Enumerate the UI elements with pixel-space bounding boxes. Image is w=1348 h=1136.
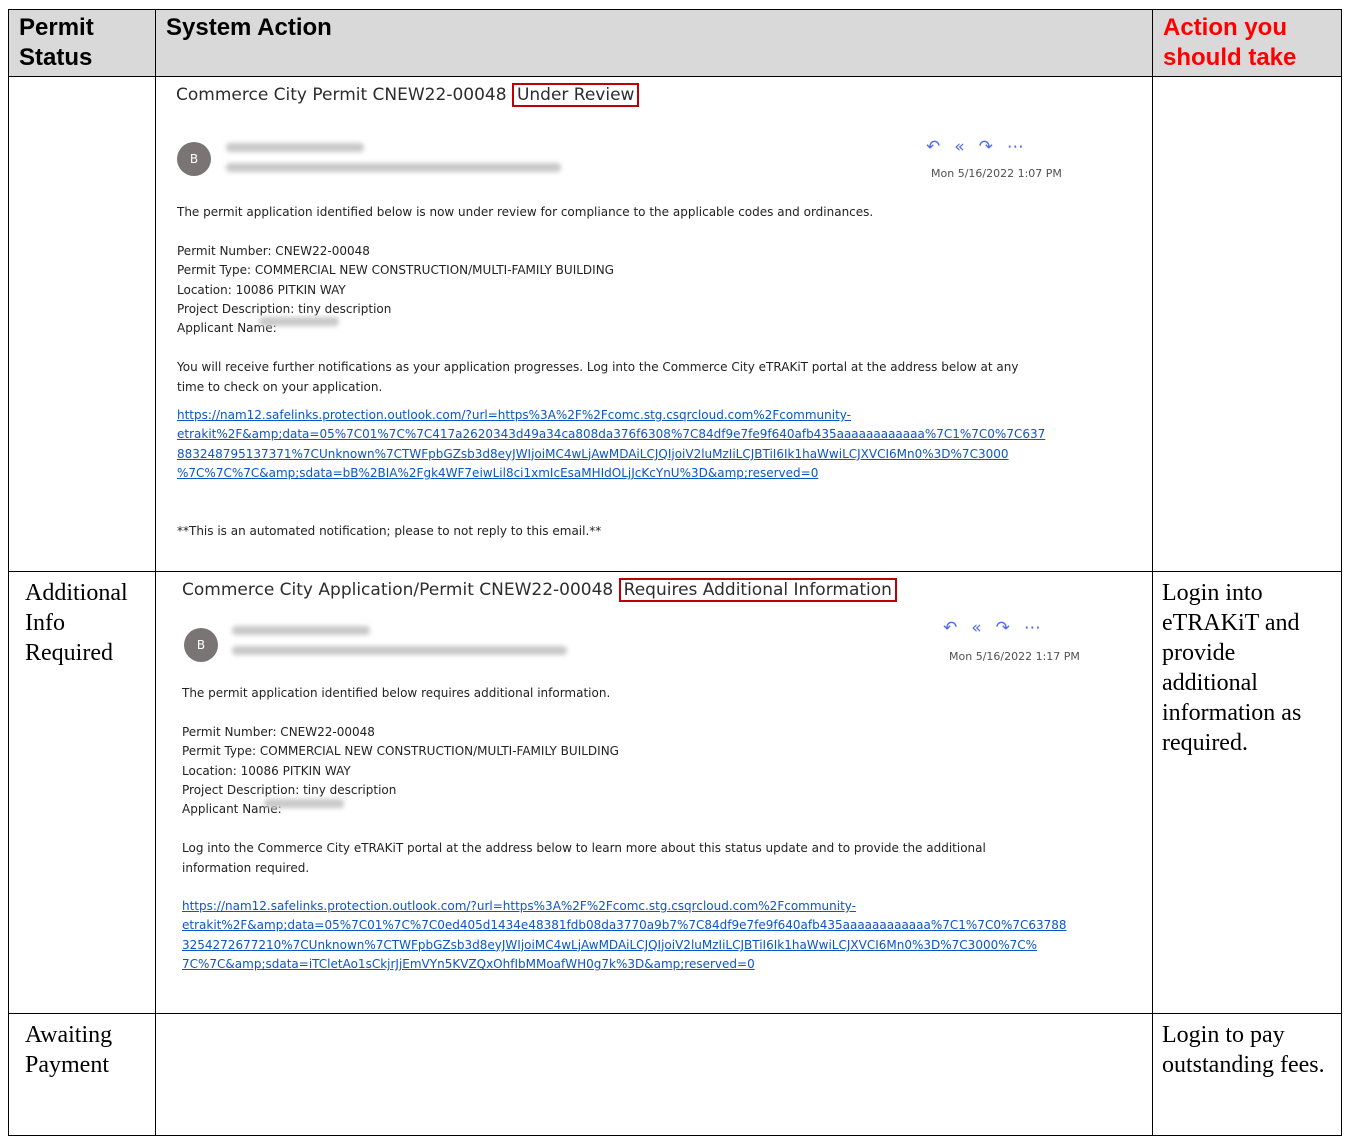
forward-icon[interactable]: ↷ <box>979 137 1007 157</box>
reply-icon[interactable]: ↶ <box>926 137 954 157</box>
email-subject: Commerce City Permit CNEW22-00048 Under … <box>176 83 640 107</box>
header-permit-status: Permit Status <box>8 9 156 77</box>
email-body: The permit application identified below … <box>182 684 1132 878</box>
email-intro: The permit application identified below … <box>177 205 874 219</box>
header-row: Permit Status System Action Action you s… <box>8 9 1342 77</box>
forward-icon[interactable]: ↷ <box>996 618 1024 638</box>
more-icon[interactable]: ⋯ <box>1024 618 1055 638</box>
status-cell: Awaiting Payment <box>8 1013 156 1136</box>
etrakit-link[interactable]: https://nam12.safelinks.protection.outlo… <box>177 406 1077 484</box>
location: Location: 10086 PITKIN WAY <box>182 763 351 778</box>
email-date: Mon 5/16/2022 1:07 PM <box>931 167 1062 180</box>
location: Location: 10086 PITKIN WAY <box>177 282 346 297</box>
action-cell: Login into eTRAKiT and provide additiona… <box>1152 571 1342 1014</box>
email-date: Mon 5/16/2022 1:17 PM <box>949 650 1080 663</box>
permit-status-table: Permit Status System Action Action you s… <box>8 9 1342 1136</box>
reply-all-icon[interactable]: « <box>954 137 978 157</box>
email-screenshot: Commerce City Application/Permit CNEW22-… <box>156 572 1152 1012</box>
avatar: B <box>177 142 211 176</box>
email-note-2: time to check on your application. <box>177 379 383 394</box>
header-system-action: System Action <box>155 9 1153 77</box>
email-body: The permit application identified below … <box>177 203 1127 397</box>
status-highlight: Requires Additional Information <box>618 578 897 602</box>
email-screenshot: Commerce City Permit CNEW22-00048 Under … <box>156 77 1152 570</box>
project-description: Project Description: tiny description <box>182 783 397 798</box>
permit-number: Permit Number: CNEW22-00048 <box>182 724 375 739</box>
status-highlight: Under Review <box>511 83 640 107</box>
redacted-recipients <box>226 163 561 172</box>
avatar: B <box>184 628 218 662</box>
etrakit-link[interactable]: https://nam12.safelinks.protection.outlo… <box>182 897 1082 975</box>
email-footer: **This is an automated notification; ple… <box>177 524 602 538</box>
reply-icon[interactable]: ↶ <box>943 618 971 638</box>
permit-number: Permit Number: CNEW22-00048 <box>177 243 370 258</box>
redacted-sender <box>232 626 370 635</box>
redacted-sender <box>226 143 364 152</box>
system-action-cell <box>155 1013 1153 1136</box>
reply-all-icon[interactable]: « <box>971 618 995 638</box>
header-action-you-should-take: Action you should take <box>1152 9 1342 77</box>
system-action-cell: Commerce City Permit CNEW22-00048 Under … <box>155 76 1153 572</box>
action-cell: Login to pay outstanding fees. <box>1152 1013 1342 1136</box>
row-awaiting-payment: Awaiting Payment Login to pay outstandin… <box>8 1013 1342 1136</box>
redacted-applicant <box>259 317 339 326</box>
email-subject: Commerce City Application/Permit CNEW22-… <box>182 578 897 602</box>
status-cell <box>8 76 156 572</box>
redacted-recipients <box>232 646 567 655</box>
email-note-2: information required. <box>182 860 310 875</box>
email-actions: ↶«↷⋯ <box>926 137 1038 157</box>
email-intro: The permit application identified below … <box>182 686 611 700</box>
email-actions: ↶«↷⋯ <box>943 618 1055 638</box>
permit-type: Permit Type: COMMERCIAL NEW CONSTRUCTION… <box>177 263 614 278</box>
permit-type: Permit Type: COMMERCIAL NEW CONSTRUCTION… <box>182 744 619 759</box>
status-cell: Additional Info Required <box>8 571 156 1014</box>
row-additional-info: Additional Info Required Commerce City A… <box>8 571 1342 1014</box>
email-note-1: Log into the Commerce City eTRAKiT porta… <box>182 841 986 856</box>
action-cell <box>1152 76 1342 572</box>
email-note-1: You will receive further notifications a… <box>177 360 1019 375</box>
redacted-applicant <box>264 799 344 808</box>
row-under-review: Commerce City Permit CNEW22-00048 Under … <box>8 76 1342 572</box>
more-icon[interactable]: ⋯ <box>1007 137 1038 157</box>
system-action-cell: Commerce City Application/Permit CNEW22-… <box>155 571 1153 1014</box>
